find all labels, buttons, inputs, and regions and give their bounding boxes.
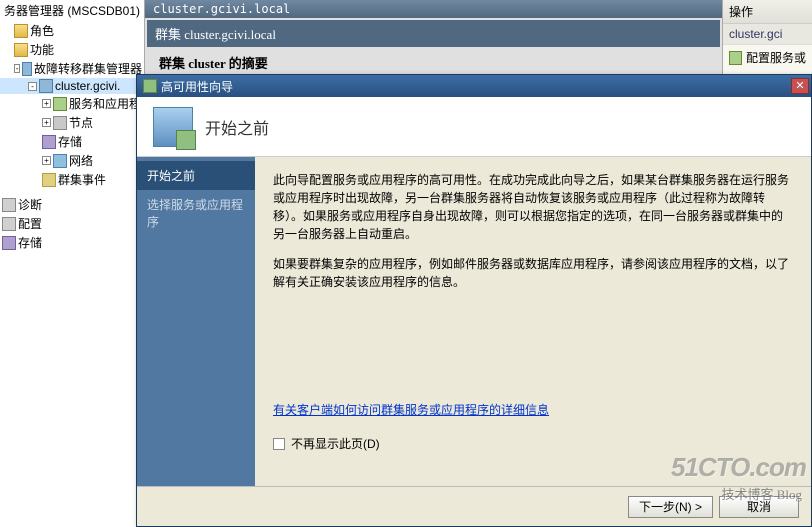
- mid-panel: cluster.gcivi.local 群集 cluster.gcivi.loc…: [145, 0, 722, 78]
- actions-header: 操作: [723, 0, 812, 24]
- tree-node[interactable]: - 故障转移群集管理器: [0, 59, 144, 78]
- tree-root-label: 务器管理器 (MSCSDB01): [0, 0, 144, 21]
- tree-icon: [53, 116, 67, 130]
- tree-node[interactable]: + 服务和应用程: [0, 94, 144, 113]
- tree-label: 诊断: [18, 196, 42, 213]
- tree-node[interactable]: 角色: [0, 21, 144, 40]
- tree-label: 节点: [69, 114, 93, 131]
- watermark-line1: 51CTO.com: [671, 452, 806, 483]
- expander-icon[interactable]: -: [28, 82, 37, 91]
- expander-icon[interactable]: -: [14, 64, 20, 73]
- tree-label: 服务和应用程: [69, 95, 141, 112]
- tree-icon: [22, 62, 32, 76]
- tree-icon: [2, 236, 16, 250]
- wizard-sidebar: 开始之前选择服务或应用程序: [137, 157, 255, 487]
- wizard-step[interactable]: 开始之前: [137, 161, 255, 190]
- wizard-paragraph-1: 此向导配置服务或应用程序的高可用性。在成功完成此向导之后，如果某台群集服务器在运…: [273, 171, 789, 243]
- tree-label: 存储: [58, 133, 82, 150]
- mid-summary: 群集 cluster 的摘要: [145, 49, 722, 76]
- tree-label: 网络: [69, 152, 93, 169]
- tree-node[interactable]: + 节点: [0, 113, 144, 132]
- wizard-title: 高可用性向导: [143, 78, 233, 95]
- tree-node[interactable]: + 网络: [0, 151, 144, 170]
- action-item-label: 配置服务或: [746, 49, 806, 66]
- wizard-content: 此向导配置服务或应用程序的高可用性。在成功完成此向导之后，如果某台群集服务器在运…: [255, 157, 811, 487]
- tree-icon: [42, 173, 56, 187]
- service-icon: [729, 51, 742, 65]
- tree-node[interactable]: - cluster.gcivi.: [0, 78, 144, 94]
- tree-icon: [2, 217, 16, 231]
- tree-label: 故障转移群集管理器: [34, 60, 142, 77]
- tree-node[interactable]: 配置: [0, 214, 144, 233]
- tree-node[interactable]: 群集事件: [0, 170, 144, 189]
- tree-icon: [39, 79, 53, 93]
- action-item-config-service[interactable]: 配置服务或: [723, 45, 812, 70]
- tree-icon: [42, 135, 56, 149]
- wizard-header: 开始之前: [137, 97, 811, 157]
- tree-icon: [2, 198, 16, 212]
- tree-label: 群集事件: [58, 171, 106, 188]
- expander-icon[interactable]: +: [42, 118, 51, 127]
- tree-node[interactable]: 存储: [0, 132, 144, 151]
- tree-label: 功能: [30, 41, 54, 58]
- watermark-line2: 技术博客 Blog: [721, 484, 802, 503]
- wizard-body: 开始之前选择服务或应用程序 此向导配置服务或应用程序的高可用性。在成功完成此向导…: [137, 157, 811, 487]
- dont-show-again-row[interactable]: 不再显示此页(D): [273, 435, 789, 453]
- tree-label: 配置: [18, 215, 42, 232]
- tree-node[interactable]: 诊断: [0, 195, 144, 214]
- expander-icon[interactable]: +: [42, 156, 51, 165]
- wizard-details-link[interactable]: 有关客户端如何访问群集服务或应用程序的详细信息: [273, 403, 549, 417]
- wizard-paragraph-2: 如果要群集复杂的应用程序，例如邮件服务器或数据库应用程序，请参阅该应用程序的文档…: [273, 255, 789, 291]
- checkbox-icon[interactable]: [273, 438, 285, 450]
- close-button[interactable]: ✕: [791, 78, 809, 94]
- wizard-header-title: 开始之前: [205, 115, 269, 139]
- actions-sub: cluster.gci: [723, 24, 812, 45]
- tree-label: 角色: [30, 22, 54, 39]
- tree-icon: [14, 43, 28, 57]
- tree-panel: 务器管理器 (MSCSDB01) 角色功能 - 故障转移群集管理器 - cluster.…: [0, 0, 145, 527]
- tree-node[interactable]: 功能: [0, 40, 144, 59]
- wizard-title-text: 高可用性向导: [161, 78, 233, 95]
- tree-icon: [53, 154, 67, 168]
- tree-label: 存储: [18, 234, 42, 251]
- mid-sub: 群集 cluster.gcivi.local: [147, 20, 720, 47]
- next-button[interactable]: 下一步(N) >: [628, 496, 713, 518]
- wizard-icon: [143, 79, 157, 93]
- dont-show-again-label: 不再显示此页(D): [291, 435, 380, 453]
- wizard-header-icon: [153, 107, 193, 147]
- wizard-titlebar: 高可用性向导 ✕: [137, 75, 811, 97]
- tree-icon: [14, 24, 28, 38]
- tree-node[interactable]: 存储: [0, 233, 144, 252]
- tree-label: cluster.gcivi.: [55, 79, 120, 93]
- expander-icon[interactable]: +: [42, 99, 51, 108]
- wizard-footer: 下一步(N) > 取消: [137, 486, 811, 526]
- mid-titlebar: cluster.gcivi.local: [145, 0, 722, 18]
- tree-icon: [53, 97, 67, 111]
- wizard-step[interactable]: 选择服务或应用程序: [137, 190, 255, 236]
